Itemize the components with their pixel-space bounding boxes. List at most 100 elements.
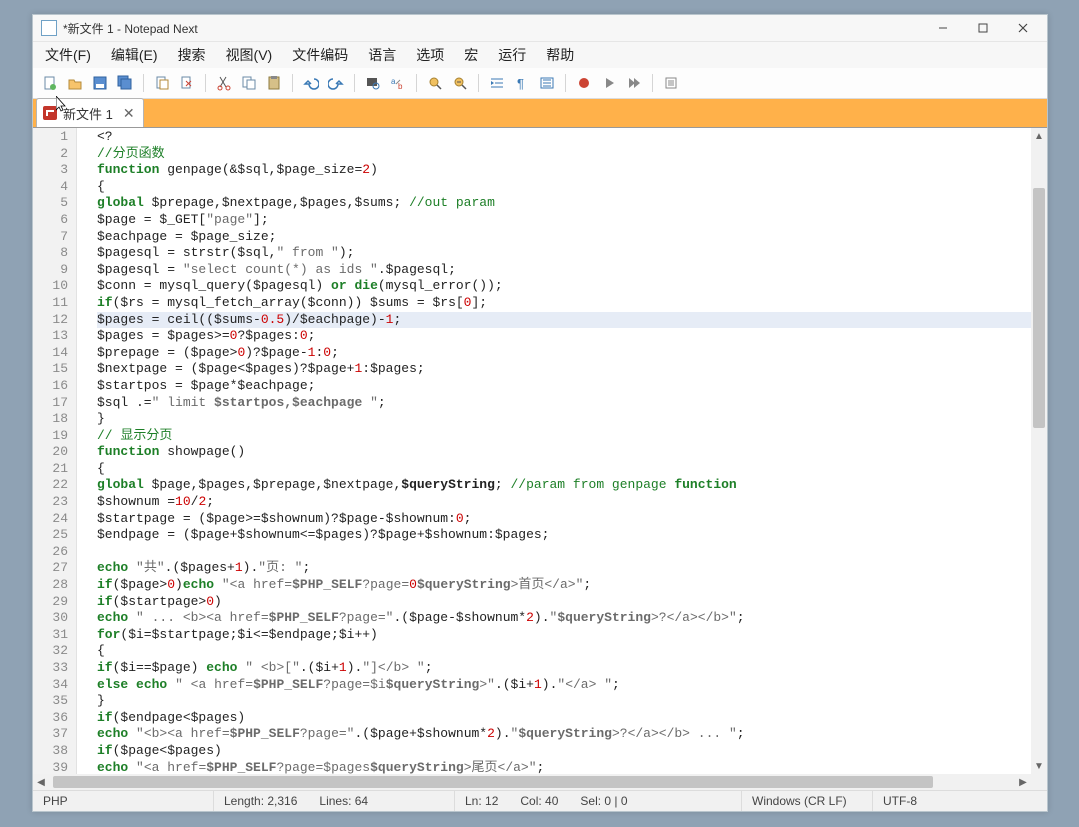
line-number[interactable]: 20: [47, 444, 68, 461]
menu-edit[interactable]: 编辑(E): [101, 42, 168, 68]
code-line[interactable]: $pages = $pages>=0?$pages:0;: [97, 328, 1043, 345]
line-number[interactable]: 15: [47, 361, 68, 378]
code-line[interactable]: echo " ... <b><a href=$PHP_SELF?page=".(…: [97, 610, 1043, 627]
fold-margin[interactable]: [77, 128, 93, 790]
code-line[interactable]: // 显示分页: [97, 428, 1043, 445]
copy-button[interactable]: [238, 72, 260, 94]
code-line[interactable]: $conn = mysql_query($pagesql) or die(mys…: [97, 278, 1043, 295]
redo-button[interactable]: [325, 72, 347, 94]
menu-language[interactable]: 语言: [358, 42, 406, 68]
code-line[interactable]: if($rs = mysql_fetch_array($conn)) $sums…: [97, 295, 1043, 312]
line-number[interactable]: 9: [47, 262, 68, 279]
paste-button[interactable]: [263, 72, 285, 94]
menu-search[interactable]: 搜索: [168, 42, 216, 68]
code-line[interactable]: {: [97, 643, 1043, 660]
line-number[interactable]: 8: [47, 245, 68, 262]
menu-encoding[interactable]: 文件编码: [282, 42, 358, 68]
line-number[interactable]: 13: [47, 328, 68, 345]
code-line[interactable]: <?: [97, 129, 1043, 146]
code-line[interactable]: if($startpage>0): [97, 594, 1043, 611]
code-line[interactable]: $startpos = $page*$eachpage;: [97, 378, 1043, 395]
code-line[interactable]: $endpage = ($page+$shownum<=$pages)?$pag…: [97, 527, 1043, 544]
line-number[interactable]: 7: [47, 229, 68, 246]
vertical-scroll-thumb[interactable]: [1033, 188, 1045, 428]
scroll-up-arrow[interactable]: ▲: [1031, 128, 1047, 144]
status-eol[interactable]: Windows (CR LF): [742, 791, 873, 811]
code-line[interactable]: $pagesql = strstr($sql," from ");: [97, 245, 1043, 262]
line-number[interactable]: 31: [47, 627, 68, 644]
copy-doc-button[interactable]: [151, 72, 173, 94]
menu-file[interactable]: 文件(F): [35, 42, 101, 68]
status-encoding[interactable]: UTF-8: [873, 791, 1047, 811]
horizontal-scroll-thumb[interactable]: [53, 776, 933, 788]
outdent-button[interactable]: [536, 72, 558, 94]
cut-doc-button[interactable]: [176, 72, 198, 94]
line-number[interactable]: 16: [47, 378, 68, 395]
menu-run[interactable]: 运行: [488, 42, 536, 68]
line-number[interactable]: 18: [47, 411, 68, 428]
line-number[interactable]: 34: [47, 677, 68, 694]
code-line[interactable]: function genpage(&$sql,$page_size=2): [97, 162, 1043, 179]
code-line[interactable]: $eachpage = $page_size;: [97, 229, 1043, 246]
indent-right-button[interactable]: [486, 72, 508, 94]
line-number[interactable]: 27: [47, 560, 68, 577]
zoom-in-button[interactable]: [424, 72, 446, 94]
code-line[interactable]: $startpage = ($page>=$shownum)?$page-$sh…: [97, 511, 1043, 528]
play-multi-button[interactable]: [623, 72, 645, 94]
undo-button[interactable]: [300, 72, 322, 94]
line-number[interactable]: 1: [47, 129, 68, 146]
line-number[interactable]: 36: [47, 710, 68, 727]
line-number[interactable]: 24: [47, 511, 68, 528]
code-line[interactable]: function showpage(): [97, 444, 1043, 461]
find-replace-button[interactable]: ab: [387, 72, 409, 94]
line-number[interactable]: 19: [47, 428, 68, 445]
code-line[interactable]: if($page>0)echo "<a href=$PHP_SELF?page=…: [97, 577, 1043, 594]
cut-button[interactable]: [213, 72, 235, 94]
code-line[interactable]: global $page,$pages,$prepage,$nextpage,$…: [97, 477, 1043, 494]
line-number[interactable]: 10: [47, 278, 68, 295]
line-number[interactable]: 25: [47, 527, 68, 544]
code-line[interactable]: $nextpage = ($page<$pages)?$page+1:$page…: [97, 361, 1043, 378]
line-number[interactable]: 30: [47, 610, 68, 627]
menu-options[interactable]: 选项: [406, 42, 454, 68]
menu-view[interactable]: 视图(V): [216, 42, 283, 68]
code-line[interactable]: {: [97, 179, 1043, 196]
scroll-left-arrow[interactable]: ◀: [33, 774, 49, 790]
line-number[interactable]: 32: [47, 643, 68, 660]
line-number-gutter[interactable]: 1234567891011121314151617181920212223242…: [33, 128, 77, 790]
save-all-button[interactable]: [114, 72, 136, 94]
line-number[interactable]: 37: [47, 726, 68, 743]
line-number[interactable]: 4: [47, 179, 68, 196]
status-language[interactable]: PHP: [33, 791, 214, 811]
code-editor[interactable]: <?//分页函数function genpage(&$sql,$page_siz…: [93, 128, 1047, 790]
scroll-down-arrow[interactable]: ▼: [1031, 758, 1047, 774]
show-para-button[interactable]: ¶: [511, 72, 533, 94]
line-number[interactable]: 23: [47, 494, 68, 511]
code-line[interactable]: $prepage = ($page>0)?$page-1:0;: [97, 345, 1043, 362]
title-bar[interactable]: *新文件 1 - Notepad Next: [33, 15, 1047, 42]
line-number[interactable]: 12: [47, 312, 68, 329]
code-line[interactable]: $shownum =10/2;: [97, 494, 1043, 511]
line-number[interactable]: 17: [47, 395, 68, 412]
code-line[interactable]: $page = $_GET["page"];: [97, 212, 1043, 229]
code-line[interactable]: if($page<$pages): [97, 743, 1043, 760]
line-number[interactable]: 14: [47, 345, 68, 362]
scroll-right-arrow[interactable]: ▶: [1015, 774, 1031, 790]
line-number[interactable]: 29: [47, 594, 68, 611]
line-number[interactable]: 38: [47, 743, 68, 760]
line-number[interactable]: 26: [47, 544, 68, 561]
code-line[interactable]: echo "共".($pages+1)."页: ";: [97, 560, 1043, 577]
find-button[interactable]: [362, 72, 384, 94]
line-number[interactable]: 6: [47, 212, 68, 229]
line-number[interactable]: 33: [47, 660, 68, 677]
code-line[interactable]: $pages = ceil(($sums-0.5)/$eachpage)-1;: [97, 312, 1043, 329]
code-line[interactable]: }: [97, 411, 1043, 428]
new-file-button[interactable]: [39, 72, 61, 94]
code-line[interactable]: else echo " <a href=$PHP_SELF?page=$i$qu…: [97, 677, 1043, 694]
horizontal-scrollbar[interactable]: ◀ ▶: [33, 774, 1031, 790]
menu-help[interactable]: 帮助: [536, 42, 584, 68]
code-line[interactable]: if($i==$page) echo " <b>[".($i+1)."]</b>…: [97, 660, 1043, 677]
menu-macro[interactable]: 宏: [454, 42, 488, 68]
line-number[interactable]: 5: [47, 195, 68, 212]
code-line[interactable]: $pagesql = "select count(*) as ids ".$pa…: [97, 262, 1043, 279]
